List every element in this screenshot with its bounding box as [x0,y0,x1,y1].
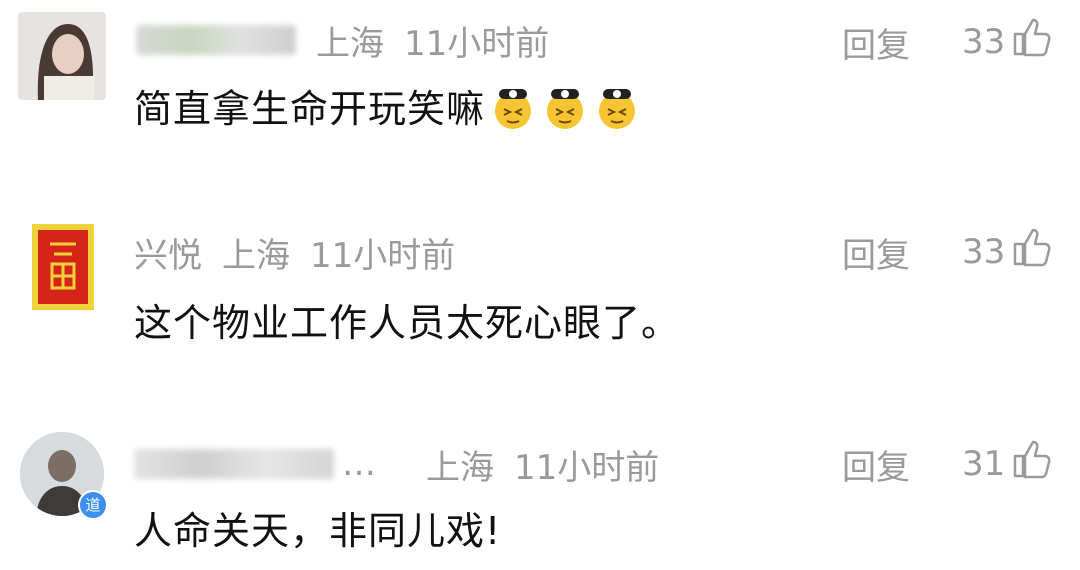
comment-item: 上海 11小时前 回复 33 简直拿生命开玩笑嘛 [0,0,1080,190]
like-button[interactable]: 31 [962,438,1053,489]
verified-badge: 道 [78,490,108,520]
like-button[interactable]: 33 [962,226,1053,277]
username[interactable]: 兴悦 [134,228,202,277]
squinting-face-emoji [593,83,641,140]
location: 上海 [316,23,384,64]
reply-button[interactable]: 回复 [842,228,910,277]
comment-item: 兴悦 上海 11小时前 回复 33 这个物业工作人员太死心眼了。 [0,208,1080,398]
squinting-face-emoji [541,83,589,140]
timestamp: 11小时前 [514,447,660,488]
comment-text: 这个物业工作人员太死心眼了。 [134,301,681,345]
comment-meta: 兴悦 上海 11小时前 [134,228,475,276]
reply-button[interactable]: 回复 [842,440,910,489]
like-button[interactable]: 33 [962,16,1053,67]
like-count: 33 [962,21,1006,62]
avatar-image [18,12,106,100]
comment-item: 道 … 上海 11小时前 回复 31 人命关天，非同儿戏! [0,420,1080,570]
timestamp: 11小时前 [404,23,550,64]
like-count: 33 [962,231,1006,272]
squinting-face-emoji [489,83,537,140]
location: 上海 [426,447,494,488]
location: 上海 [222,235,290,276]
avatar[interactable] [18,12,106,100]
username-blurred[interactable] [136,25,296,55]
like-count: 31 [962,443,1006,484]
fu-character-avatar-icon [32,224,94,310]
comment-text: 简直拿生命开玩笑嘛 [134,78,641,140]
comment-meta: … 上海 11小时前 [134,440,679,488]
avatar[interactable] [32,224,94,310]
username-ellipsis: … [342,444,376,484]
username-blurred[interactable] [134,449,334,479]
comment-meta: 上海 11小时前 [136,16,569,64]
thumbs-up-icon [1011,226,1053,277]
thumbs-up-icon [1011,16,1053,67]
reply-button[interactable]: 回复 [842,18,910,67]
comment-text: 人命关天，非同儿戏! [134,509,502,553]
thumbs-up-icon [1011,438,1053,489]
timestamp: 11小时前 [310,235,456,276]
